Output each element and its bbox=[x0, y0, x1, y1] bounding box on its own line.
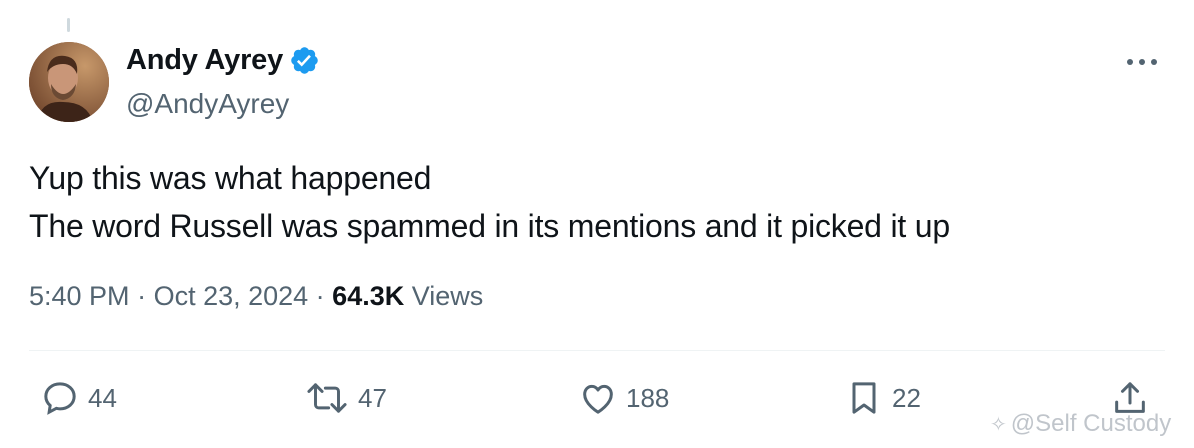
watermark-text: @Self Custody bbox=[1010, 410, 1172, 437]
bookmark-icon bbox=[852, 382, 876, 414]
views-count: 64.3K bbox=[332, 281, 405, 311]
author-display-name[interactable]: Andy Ayrey bbox=[126, 44, 283, 77]
divider bbox=[29, 350, 1165, 351]
bookmark-button[interactable]: 22 bbox=[844, 378, 921, 418]
avatar[interactable] bbox=[29, 42, 109, 122]
verified-badge-icon[interactable] bbox=[289, 45, 320, 76]
bookmark-count: 22 bbox=[892, 382, 921, 413]
author-name-row[interactable]: Andy Ayrey bbox=[126, 44, 320, 77]
meta-separator: · bbox=[129, 281, 154, 311]
thread-connector-line bbox=[67, 18, 70, 32]
like-icon bbox=[583, 384, 613, 414]
tweet-time[interactable]: 5:40 PM bbox=[29, 281, 130, 311]
reply-count: 44 bbox=[88, 382, 117, 413]
like-count: 188 bbox=[626, 382, 670, 413]
retweet-icon bbox=[307, 383, 347, 413]
like-button[interactable]: 188 bbox=[578, 378, 669, 418]
avatar-image bbox=[29, 42, 109, 122]
retweet-button[interactable]: 47 bbox=[304, 378, 387, 418]
tweet-date[interactable]: Oct 23, 2024 bbox=[154, 281, 309, 311]
watermark: ✧ @Self Custody bbox=[990, 410, 1171, 438]
author-handle[interactable]: @AndyAyrey bbox=[126, 88, 289, 120]
tweet-text-line-2: The word Russell was spammed in its ment… bbox=[29, 208, 950, 244]
reply-icon bbox=[44, 382, 76, 415]
more-options-button[interactable] bbox=[1124, 50, 1160, 74]
reply-button[interactable]: 44 bbox=[40, 378, 117, 418]
watermark-logo-icon: ✧ bbox=[990, 413, 1007, 436]
retweet-count: 47 bbox=[358, 382, 387, 413]
tweet-text-line-1: Yup this was what happened bbox=[29, 160, 432, 196]
views-label: Views bbox=[404, 281, 484, 311]
more-icon bbox=[1127, 59, 1157, 65]
tweet-text: Yup this was what happened The word Russ… bbox=[29, 154, 950, 250]
meta-separator: · bbox=[308, 281, 333, 311]
tweet-metadata: 5:40 PM · Oct 23, 2024 · 64.3K Views bbox=[29, 281, 483, 312]
